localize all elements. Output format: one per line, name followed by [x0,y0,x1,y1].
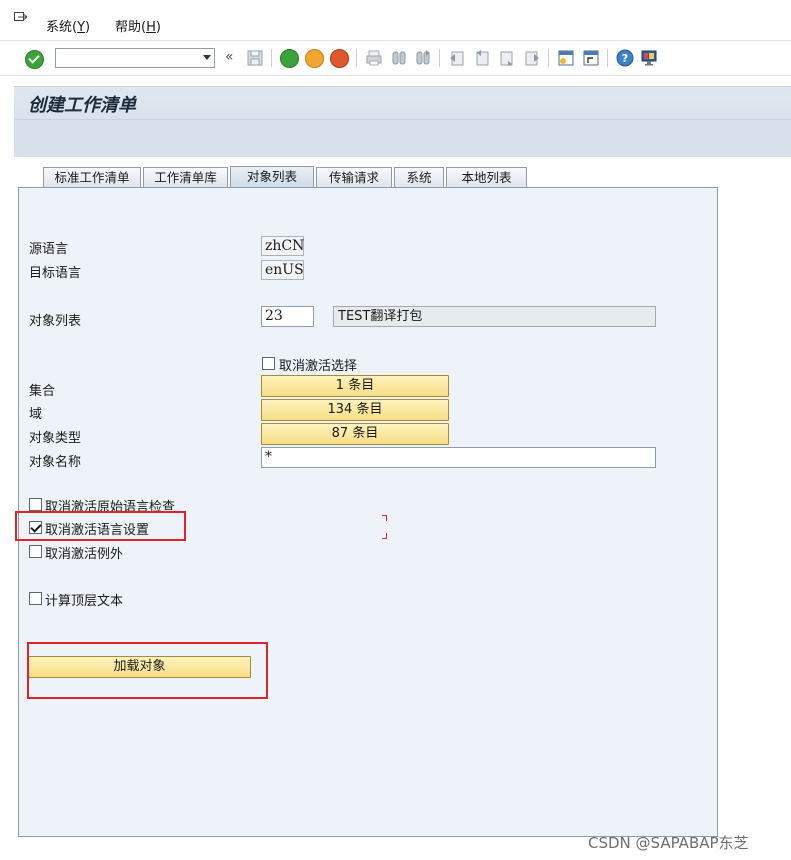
calc-top-level-text-label: 计算顶层文本 [45,594,124,609]
watermark-text: CSDN @SAPABAP东芝 [588,834,749,852]
last-page-icon[interactable] [523,49,541,67]
toolbar-separator [548,49,549,67]
customize-layout-icon[interactable] [640,49,658,67]
menu-expand-icon[interactable] [14,12,28,24]
object-name-label: 对象名称 [29,455,82,470]
deactivate-selection-label: 取消激活选择 [279,359,358,374]
history-icon[interactable]: « [225,49,234,65]
exit-icon[interactable] [305,49,324,68]
domain-label: 域 [29,407,43,422]
target-language-label: 目标语言 [29,266,82,281]
toolbar-separator [607,49,608,67]
command-input[interactable] [58,50,194,65]
create-session-icon[interactable] [557,49,575,67]
tab-local-list[interactable]: 本地列表 [446,167,527,188]
previous-page-icon[interactable] [473,49,491,67]
tab-worklist-library[interactable]: 工作清单库 [143,167,228,188]
highlight-box [27,642,268,699]
tab-system[interactable]: 系统 [394,167,444,188]
object-name-input[interactable]: * [261,447,656,468]
object-type-entries-button[interactable]: 87 条目 [261,423,449,445]
toolbar-separator [356,49,357,67]
deactivate-exceptions-label: 取消激活例外 [45,547,124,562]
first-page-icon[interactable] [448,49,466,67]
print-icon[interactable] [365,49,383,67]
collection-label: 集合 [29,384,56,399]
toolbar-separator [271,49,272,67]
menu-system[interactable]: 系统(Y) [46,16,90,35]
shortcut-icon[interactable] [582,49,600,67]
next-page-icon[interactable] [498,49,516,67]
deactivate-exceptions-checkbox[interactable] [29,545,42,558]
help-icon[interactable]: ? [616,49,634,67]
highlight-corner-mark [382,533,387,539]
source-language-field: zhCN [261,236,304,256]
application-toolbar [14,119,791,157]
object-list-description: TEST翻译打包 [333,306,656,327]
find-next-icon[interactable] [414,49,432,67]
find-icon[interactable] [390,49,408,67]
highlight-corner-mark [382,515,387,521]
target-language-field: enUS [261,260,304,280]
calc-top-level-text-checkbox[interactable] [29,592,42,605]
command-field[interactable] [55,48,215,68]
tab-transport-request[interactable]: 传输请求 [316,167,392,188]
domain-entries-button[interactable]: 134 条目 [261,399,449,421]
deactivate-selection-checkbox[interactable] [262,357,275,370]
source-language-label: 源语言 [29,242,69,257]
back-icon[interactable] [280,49,299,68]
save-icon[interactable] [246,49,264,67]
tab-standard-worklist[interactable]: 标准工作清单 [43,167,141,188]
chevron-down-icon[interactable] [203,55,211,60]
toolbar-separator [439,49,440,67]
object-list-input[interactable]: 23 [261,306,314,327]
collection-entries-button[interactable]: 1 条目 [261,375,449,397]
menu-help[interactable]: 帮助(H) [115,16,161,35]
deactivate-orig-lang-check-checkbox[interactable] [29,498,42,511]
object-type-label: 对象类型 [29,431,82,446]
highlight-box [15,511,186,541]
tab-object-list[interactable]: 对象列表 [230,166,314,188]
object-list-label: 对象列表 [29,314,82,329]
svg-text:?: ? [622,52,628,65]
enter-icon[interactable] [25,50,44,69]
cancel-icon[interactable] [330,49,349,68]
page-title: 创建工作清单 [28,95,136,116]
